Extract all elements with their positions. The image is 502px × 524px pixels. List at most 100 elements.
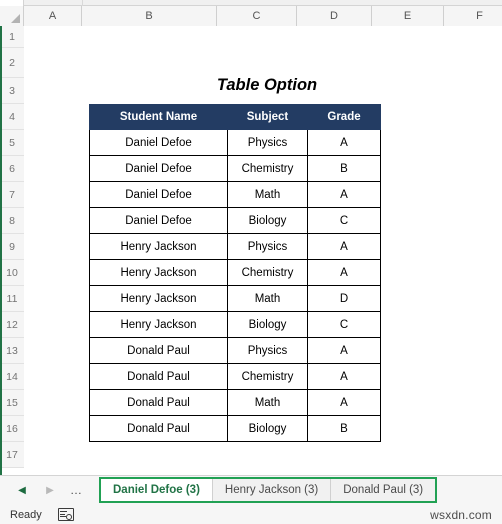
column-header-label: B (145, 10, 153, 22)
table-cell[interactable]: Physics (227, 337, 308, 364)
table-cell[interactable]: B (307, 415, 381, 442)
sheet-tab-label: Henry Jackson (3) (224, 484, 319, 496)
row-header-11[interactable]: 11 (0, 286, 24, 312)
table-cell[interactable]: Math (227, 285, 308, 312)
table-cell[interactable]: Chemistry (227, 259, 308, 286)
table-row: Donald Paul Physics A (89, 337, 381, 364)
table-cell[interactable]: Math (227, 181, 308, 208)
row-header-label: 14 (6, 370, 18, 383)
row-header-2[interactable]: 2 (0, 48, 24, 78)
table-cell[interactable]: Donald Paul (89, 363, 228, 390)
row-header-label: 3 (9, 84, 15, 97)
table-cell[interactable]: Daniel Defoe (89, 155, 228, 182)
table-cell[interactable]: D (307, 285, 381, 312)
spreadsheet-grid[interactable]: Table Option Student Name Subject Grade Da… (24, 26, 502, 475)
table-row: Henry Jackson Physics A (89, 233, 381, 260)
row-header-4[interactable]: 4 (0, 104, 24, 130)
row-header-8[interactable]: 8 (0, 208, 24, 234)
sheet-tabs-group: Daniel Defoe (3) Henry Jackson (3) Donald … (99, 477, 438, 503)
row-header-12[interactable]: 12 (0, 312, 24, 338)
row-header-17[interactable]: 17 (0, 442, 24, 468)
row-header-15[interactable]: 15 (0, 390, 24, 416)
row-header-6[interactable]: 6 (0, 156, 24, 182)
next-sheet-icon[interactable]: ▶ (42, 482, 58, 500)
table-row: Daniel Defoe Biology C (89, 207, 381, 234)
table-cell[interactable]: Donald Paul (89, 415, 228, 442)
row-header-label: 16 (6, 422, 18, 435)
table-cell[interactable]: A (307, 337, 381, 364)
table-cell[interactable]: Biology (227, 311, 308, 338)
column-header-c[interactable]: C (217, 6, 297, 26)
table-row: Donald Paul Biology B (89, 415, 381, 442)
select-all-corner-button[interactable] (0, 6, 24, 26)
row-header-label: 8 (9, 214, 15, 227)
sheet-tab[interactable]: Daniel Defoe (3) (101, 479, 213, 501)
row-header-3[interactable]: 3 (0, 78, 24, 104)
table-cell[interactable]: C (307, 311, 381, 338)
column-header-row: A B C D E F (0, 6, 502, 26)
table-row: Henry Jackson Math D (89, 285, 381, 312)
more-sheets-icon[interactable]: … (70, 482, 83, 500)
column-header-d[interactable]: D (297, 6, 372, 26)
table-cell[interactable]: Daniel Defoe (89, 207, 228, 234)
row-header-5[interactable]: 5 (0, 130, 24, 156)
table-cell[interactable]: Chemistry (227, 155, 308, 182)
table-cell[interactable]: Daniel Defoe (89, 181, 228, 208)
table-cell[interactable]: Biology (227, 415, 308, 442)
row-header-label: 17 (6, 448, 18, 461)
column-header-b[interactable]: B (82, 6, 217, 26)
column-header-e[interactable]: E (372, 6, 444, 26)
sheet-tab-label: Donald Paul (3) (343, 484, 424, 496)
column-header-f[interactable]: F (444, 6, 502, 26)
table-column-header: Grade (307, 104, 381, 130)
table-cell[interactable]: Daniel Defoe (89, 129, 228, 156)
previous-sheet-icon[interactable]: ◀ (14, 482, 30, 500)
table-column-header: Student Name (89, 104, 228, 130)
table-cell[interactable]: Chemistry (227, 363, 308, 390)
table-body: Daniel Defoe Physics A Daniel Defoe Chemistr… (89, 129, 381, 442)
table-cell[interactable]: Henry Jackson (89, 285, 228, 312)
column-header-label: F (476, 10, 483, 22)
table-cell[interactable]: A (307, 181, 381, 208)
row-header-1[interactable]: 1 (0, 26, 24, 48)
table-cell[interactable]: Math (227, 389, 308, 416)
table-cell[interactable]: Donald Paul (89, 337, 228, 364)
row-header-label: 2 (9, 56, 15, 69)
column-header-label: D (330, 10, 338, 22)
accessibility-checker-icon[interactable] (57, 508, 74, 521)
column-header-label: E (403, 10, 412, 22)
table-cell[interactable]: A (307, 233, 381, 260)
table-cell[interactable]: Physics (227, 129, 308, 156)
table-cell[interactable]: A (307, 129, 381, 156)
row-header-14[interactable]: 14 (0, 364, 24, 390)
row-header-gutter: 1 2 3 4 5 6 7 8 9 10 11 12 13 14 15 16 17 (0, 26, 24, 468)
sheet-tab[interactable]: Donald Paul (3) (331, 479, 436, 501)
table-row: Donald Paul Math A (89, 389, 381, 416)
row-header-10[interactable]: 10 (0, 260, 24, 286)
table-cell[interactable]: B (307, 155, 381, 182)
watermark-text: wsxdn.com (430, 507, 492, 522)
table-cell[interactable]: A (307, 389, 381, 416)
table-cell[interactable]: A (307, 259, 381, 286)
row-header-7[interactable]: 7 (0, 182, 24, 208)
table-cell[interactable]: Henry Jackson (89, 259, 228, 286)
table-row: Daniel Defoe Math A (89, 181, 381, 208)
table-cell[interactable]: C (307, 207, 381, 234)
column-header-label: C (252, 10, 261, 22)
column-header-a[interactable]: A (24, 6, 82, 26)
table-cell[interactable]: A (307, 363, 381, 390)
table-cell[interactable]: Physics (227, 233, 308, 260)
sheet-title: Table Option (216, 76, 318, 94)
row-header-label: 9 (9, 240, 15, 253)
column-header-list: A B C D E F (24, 6, 502, 26)
table-cell[interactable]: Biology (227, 207, 308, 234)
table-cell[interactable]: Henry Jackson (89, 311, 228, 338)
row-header-16[interactable]: 16 (0, 416, 24, 442)
row-header-13[interactable]: 13 (0, 338, 24, 364)
sheet-tab[interactable]: Henry Jackson (3) (212, 479, 332, 501)
row-header-label: 11 (6, 292, 18, 305)
row-header-label: 15 (6, 396, 18, 409)
table-cell[interactable]: Donald Paul (89, 389, 228, 416)
table-cell[interactable]: Henry Jackson (89, 233, 228, 260)
row-header-9[interactable]: 9 (0, 234, 24, 260)
